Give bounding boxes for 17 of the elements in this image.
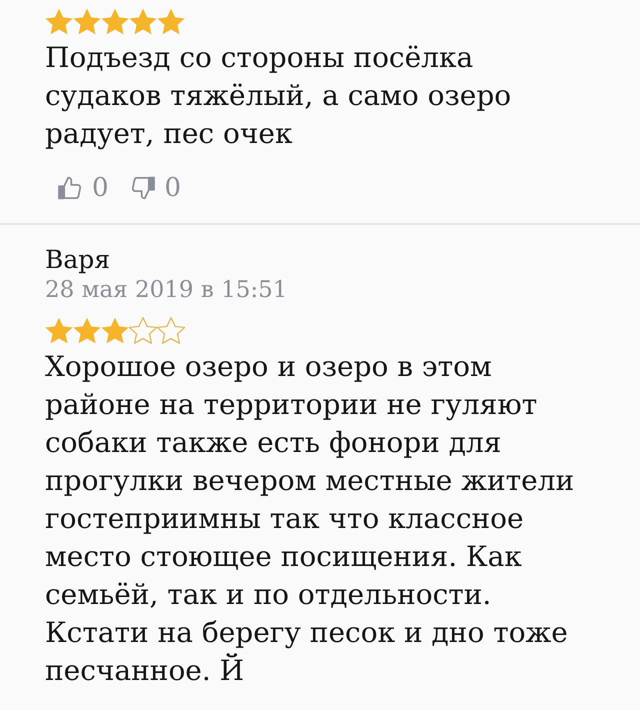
star-filled-icon <box>45 317 73 344</box>
star-filled-icon <box>129 8 157 35</box>
review-text: Хорошое озеро и озеро в этом районе на территории не гуляют собаки также есть фонори для прогулки вечером местные жители гостеприимны так что классное место стоющее посищения. Как семьёй, так и по отдельности. Кстати на берегу песок и дно тоже песчанное. Й <box>45 349 576 689</box>
star-filled-icon <box>101 317 129 344</box>
like-button[interactable]: 0 <box>58 173 109 203</box>
review-text: Подъезд со стороны посёлка судаков тяжёлый, а само озеро радует, пес очек <box>45 40 512 152</box>
star-filled-icon <box>73 8 101 35</box>
star-filled-icon <box>73 317 101 344</box>
thumbs-up-icon <box>58 176 82 200</box>
star-filled-icon <box>45 8 73 35</box>
thumbs-down-icon <box>130 176 155 200</box>
star-filled-icon <box>101 8 129 35</box>
star-empty-icon <box>157 317 185 344</box>
dislike-button[interactable]: 0 <box>130 173 182 203</box>
review-author: Варя <box>45 245 112 275</box>
star-filled-icon <box>157 8 185 35</box>
review-date: 28 мая 2019 в 15:51 <box>45 276 288 305</box>
